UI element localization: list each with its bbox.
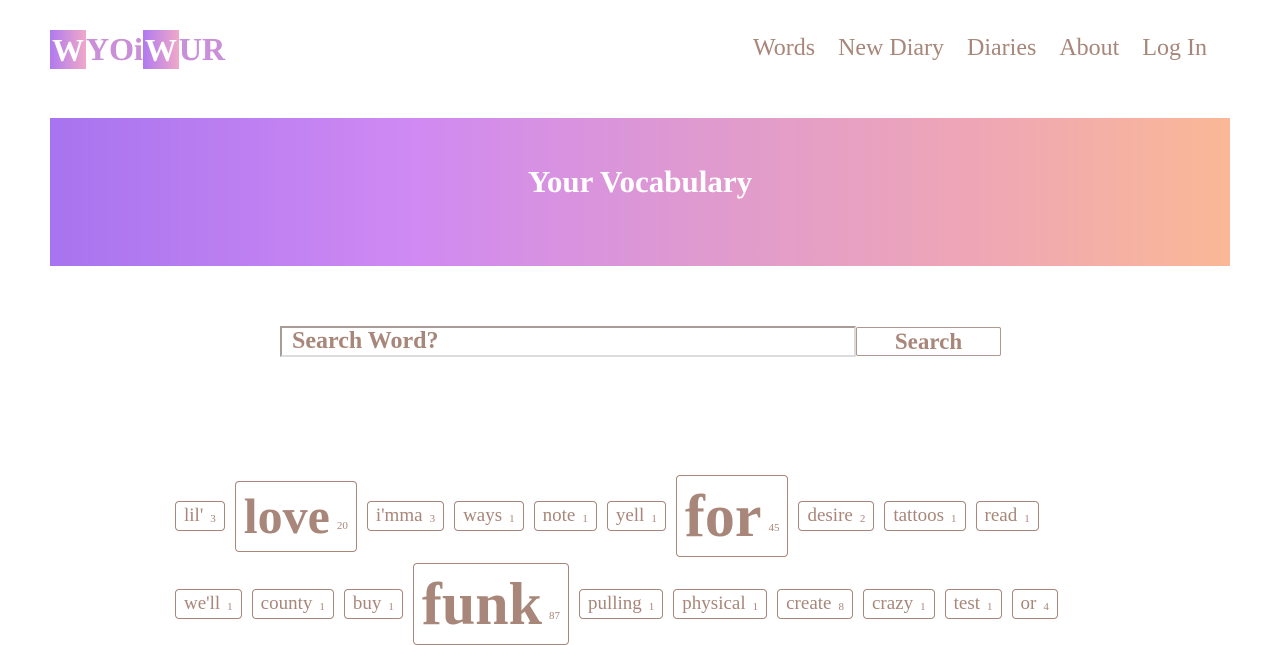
nav-link-new-diary[interactable]: New Diary [838,35,944,62]
word-chip-label: note [542,505,576,526]
word-chip[interactable]: i'mma 3 [366,501,445,531]
logo-text: UR [178,31,226,67]
word-chip-label: lil' [184,505,204,526]
word-chip-count: 87 [548,610,560,622]
logo-text: YOi [86,31,143,67]
word-chip[interactable]: we'll 1 [175,589,242,619]
nav-link-about[interactable]: About [1059,35,1119,62]
site-logo[interactable]: W YOi W UR [50,30,225,69]
word-chip-label: read [984,505,1018,526]
word-chip[interactable]: or 4 [1011,589,1058,619]
word-chip[interactable]: create 8 [777,589,853,619]
word-chip[interactable]: note 1 [533,501,597,531]
word-chip-label: we'll [184,593,221,614]
word-chip-count: 20 [336,520,348,532]
main-nav: Words New Diary Diaries About Log In [753,35,1207,62]
word-chip-count: 2 [859,513,866,525]
word-chip[interactable]: for 45 [675,475,789,557]
word-chip-count: 45 [768,522,780,534]
nav-link-words[interactable]: Words [753,35,815,62]
word-chip-label: for [684,482,762,549]
word-chip-count: 1 [388,601,394,613]
word-chip[interactable]: read 1 [975,501,1039,531]
word-chip-count: 8 [838,601,844,613]
word-chip[interactable]: pulling 1 [578,589,664,619]
word-chip-label: tattoos [893,505,945,526]
word-chip-label: crazy [871,593,914,614]
logo-letter-block: W [50,30,86,69]
word-chip-count: 1 [227,601,233,613]
word-chip[interactable]: love 20 [234,480,357,552]
word-chip[interactable]: crazy 1 [862,589,935,619]
word-chip-label: i'mma [375,505,423,526]
word-chip[interactable]: tattoos 1 [884,501,966,531]
word-chip[interactable]: test 1 [944,589,1002,619]
search-word-input[interactable] [280,326,856,357]
word-chip-count: 1 [1024,513,1030,525]
word-chip-count: 1 [920,601,926,613]
word-chip-count: 1 [752,601,759,613]
word-chip-label: physical [682,593,746,614]
word-chip[interactable]: physical 1 [673,589,768,619]
word-chip[interactable]: buy 1 [343,589,403,619]
word-chip-count: 1 [987,601,993,613]
word-chip-count: 1 [648,601,655,613]
word-chip-count: 1 [319,601,325,613]
word-chip-count: 3 [429,513,436,525]
word-chip-count: 1 [951,513,957,525]
word-chip-label: pulling [587,593,642,614]
word-chip[interactable]: yell 1 [606,501,666,531]
nav-link-log-in[interactable]: Log In [1142,35,1207,62]
word-cloud-row: lil' 3 love 20 i'mma 3 ways 1 note 1 yell 1 for 45 des… [175,475,1039,557]
word-chip-label: love [243,487,330,544]
word-chip-count: 1 [509,513,515,525]
word-chip-label: funk [421,570,542,637]
word-chip-label: buy [352,593,382,614]
page-title: Your Vocabulary [527,164,753,199]
word-chip-label: county [260,593,313,614]
search-button[interactable]: Search [856,327,1001,356]
word-chip-label: or [1020,593,1037,614]
hero-banner: Your Vocabulary [50,118,1230,266]
word-chip-label: desire [807,505,853,526]
word-chip-count: 3 [210,513,216,525]
word-chip-count: 4 [1043,601,1049,613]
word-chip-label: ways [463,505,503,526]
word-chip[interactable]: county 1 [251,589,334,619]
word-chip-label: create [786,593,832,614]
word-cloud-row: we'll 1 county 1 buy 1 funk 87 pulling 1 physical 1… [175,563,1058,645]
word-chip[interactable]: lil' 3 [175,501,225,531]
word-chip[interactable]: ways 1 [454,501,524,531]
nav-link-diaries[interactable]: Diaries [967,35,1036,62]
word-chip[interactable]: funk 87 [412,563,569,645]
word-chip[interactable]: desire 2 [798,501,875,531]
word-chip-label: yell [615,505,645,526]
logo-letter-block: W [142,30,179,69]
word-chip-count: 1 [582,513,588,525]
word-chip-count: 1 [651,513,657,525]
word-chip-label: test [953,593,980,614]
